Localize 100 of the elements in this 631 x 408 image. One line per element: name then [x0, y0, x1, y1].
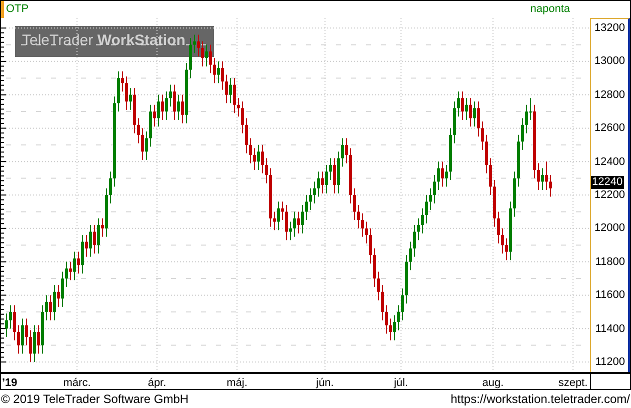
- date-label: jún.: [316, 376, 334, 391]
- candlestick: [253, 148, 256, 170]
- current-price-label: 12240: [591, 176, 624, 190]
- candlestick: [333, 158, 336, 194]
- candlestick: [497, 211, 500, 244]
- candlestick: [197, 34, 200, 57]
- candlestick: [261, 144, 264, 174]
- candlestick: [165, 90, 168, 120]
- candlestick: [157, 94, 160, 128]
- price-label: 12400: [594, 156, 625, 169]
- candlestick: [541, 168, 544, 190]
- candlestick: [341, 138, 344, 168]
- candlestick: [241, 100, 244, 134]
- candlestick: [101, 218, 104, 238]
- candlestick: [229, 78, 232, 104]
- candlestick: [81, 234, 84, 274]
- candlestick: [297, 211, 300, 234]
- candlestick: [537, 162, 540, 190]
- candlestick: [393, 314, 396, 341]
- candlestick: [49, 294, 52, 321]
- candlestick: [65, 261, 68, 288]
- candlestick: [213, 58, 216, 84]
- candlestick: [249, 138, 252, 164]
- price-label: 12600: [594, 122, 625, 136]
- candlestick: [317, 171, 320, 198]
- candlestick: [9, 304, 12, 330]
- candlestick: [37, 324, 40, 354]
- date-label: júl.: [394, 376, 408, 391]
- candlestick: [437, 161, 440, 190]
- candlestick: [469, 98, 472, 128]
- candlestick: [77, 251, 80, 274]
- price-label: 11600: [595, 289, 625, 302]
- symbol-label: OTP: [6, 2, 29, 18]
- price-label: 12000: [594, 222, 625, 236]
- date-label: máj.: [226, 376, 248, 391]
- candlestick: [177, 94, 180, 120]
- candlestick: [285, 204, 288, 241]
- candlestick: [325, 164, 328, 194]
- candlestick: [409, 241, 412, 271]
- candlestick: [373, 248, 376, 288]
- candlestick: [109, 171, 112, 204]
- candlestick: [169, 84, 172, 107]
- candlestick: [21, 318, 24, 354]
- candlestick: [477, 100, 480, 138]
- candlestick: [281, 201, 284, 221]
- candlestick: [221, 60, 224, 90]
- candlestick: [501, 228, 504, 254]
- candlestick: [57, 284, 60, 308]
- candlestick: [97, 218, 100, 254]
- candlestick: [205, 44, 208, 67]
- candlestick: [25, 318, 28, 346]
- candlestick: [389, 318, 392, 341]
- price-label: 12800: [594, 88, 625, 102]
- candlestick: [265, 158, 268, 184]
- candlestick: [289, 221, 292, 241]
- candlestick: [181, 94, 184, 124]
- candlestick: [161, 94, 164, 120]
- candlestick: [277, 201, 280, 231]
- candlestick: [417, 218, 420, 241]
- candlestick: [473, 100, 476, 128]
- candlestick: [173, 84, 176, 120]
- copyright-text: © 2019 TeleTrader Software GmbH: [1, 391, 189, 408]
- candlestick: [397, 304, 400, 331]
- candlestick: [369, 228, 372, 264]
- candlestick: [129, 88, 132, 110]
- candlestick: [525, 104, 528, 134]
- candlestick: [85, 234, 88, 258]
- candlestick: [273, 211, 276, 231]
- price-label: 13200: [594, 22, 625, 36]
- candlestick: [17, 324, 20, 354]
- date-label: márc.: [63, 376, 91, 391]
- candlestick: [257, 144, 260, 170]
- website-link[interactable]: https://workstation.teletrader.com/: [450, 390, 630, 408]
- date-label: ’19: [2, 376, 18, 391]
- candlestick: [377, 271, 380, 301]
- candlestick: [73, 251, 76, 281]
- candlestick: [309, 188, 312, 211]
- candlestick: [421, 208, 424, 234]
- candlestick: [233, 78, 236, 114]
- candlestick: [441, 161, 444, 188]
- candlestick: [461, 90, 464, 120]
- candlestick: [121, 70, 124, 92]
- period-label: naponta: [530, 2, 570, 18]
- candlestick: [5, 313, 8, 338]
- candlestick: [445, 164, 448, 188]
- candlestick: [521, 118, 524, 150]
- candlestick: [457, 90, 460, 118]
- candlestick: [481, 121, 484, 150]
- candlestick: [353, 188, 356, 221]
- candlestick: [365, 221, 368, 244]
- candlestick: [361, 212, 364, 238]
- candlestick: [329, 158, 332, 180]
- candlestick: [145, 131, 148, 160]
- candlestick: [245, 118, 248, 154]
- candlestick: [433, 174, 436, 204]
- date-label: ápr.: [148, 376, 166, 391]
- candlestick: [153, 104, 156, 128]
- candlestick: [381, 284, 384, 321]
- candlestick: [505, 238, 508, 261]
- candlestick: [545, 161, 548, 190]
